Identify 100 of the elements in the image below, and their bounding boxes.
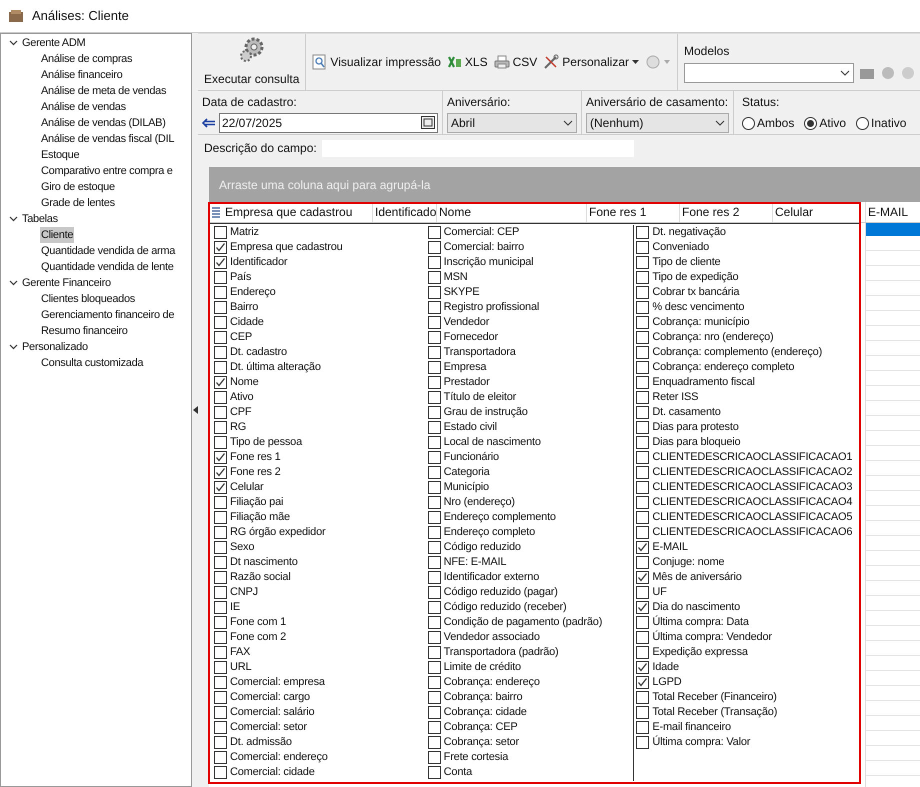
column-option[interactable]: Idade bbox=[652, 659, 679, 676]
column-option[interactable]: Cobrança: bairro bbox=[444, 689, 522, 706]
column-option[interactable]: Endereço completo bbox=[444, 524, 536, 541]
column-option[interactable]: Tipo de cliente bbox=[652, 254, 720, 271]
checkbox[interactable] bbox=[214, 481, 227, 494]
column-option[interactable]: Conjuge: nome bbox=[652, 554, 724, 571]
checkbox[interactable] bbox=[214, 391, 227, 404]
checkbox[interactable] bbox=[636, 721, 650, 734]
checkbox[interactable] bbox=[428, 706, 441, 719]
column-option[interactable]: Código reduzido (pagar) bbox=[444, 584, 558, 601]
column-option[interactable]: Enquadramento fiscal bbox=[652, 374, 755, 391]
column-option[interactable]: Dt. admissão bbox=[230, 734, 292, 751]
checkbox[interactable] bbox=[428, 361, 441, 374]
expander-icon[interactable] bbox=[7, 216, 19, 222]
checkbox[interactable] bbox=[636, 736, 650, 749]
toolbar-button[interactable]: Visualizar impressão bbox=[312, 53, 441, 71]
column-option[interactable]: Identificador externo bbox=[444, 569, 540, 586]
selected-cell[interactable] bbox=[866, 223, 920, 236]
checkbox[interactable] bbox=[214, 736, 227, 749]
column-option[interactable]: Fone com 2 bbox=[230, 629, 286, 646]
column-chooser-icon[interactable] bbox=[212, 206, 220, 218]
wedding-dropdown[interactable]: (Nenhum) bbox=[586, 112, 729, 132]
column-option[interactable]: Dias para protesto bbox=[652, 419, 739, 436]
checkbox[interactable] bbox=[428, 241, 441, 254]
expander-icon[interactable] bbox=[7, 280, 19, 286]
models-dropdown[interactable] bbox=[684, 62, 854, 82]
checkbox[interactable] bbox=[428, 421, 441, 434]
tree-group[interactable]: Tabelas bbox=[22, 210, 58, 228]
checkbox[interactable] bbox=[428, 526, 441, 539]
column-option[interactable]: Comercial: setor bbox=[230, 719, 307, 736]
checkbox[interactable] bbox=[636, 331, 650, 344]
column-option[interactable]: Total Receber (Financeiro) bbox=[652, 689, 777, 706]
column-option[interactable]: RG órgão expedidor bbox=[230, 524, 326, 541]
column-header[interactable]: Empresa que cadastrou bbox=[223, 202, 373, 222]
column-option[interactable]: Registro profissional bbox=[444, 299, 540, 316]
column-option[interactable]: Filiação mãe bbox=[230, 509, 290, 526]
checkbox[interactable] bbox=[428, 376, 441, 389]
column-header[interactable]: Fone res 2 bbox=[680, 202, 773, 222]
column-option[interactable]: RG bbox=[230, 419, 246, 436]
column-option[interactable]: CNPJ bbox=[230, 584, 258, 601]
column-option[interactable]: CLIENTEDESCRICAOCLASSIFICACAO1 bbox=[652, 449, 852, 466]
column-option[interactable]: Comercial: CEP bbox=[444, 224, 520, 241]
checkbox[interactable] bbox=[428, 391, 441, 404]
column-option[interactable]: LGPD bbox=[652, 674, 682, 691]
checkbox[interactable] bbox=[214, 511, 227, 524]
column-option[interactable]: Cobrança: CEP bbox=[444, 719, 518, 736]
date-field[interactable]: 22/07/2025 bbox=[219, 112, 438, 132]
tree-group[interactable]: Gerente Financeiro bbox=[22, 274, 111, 292]
column-option[interactable]: Dt. cadastro bbox=[230, 344, 287, 361]
checkbox[interactable] bbox=[214, 646, 227, 659]
checkbox[interactable] bbox=[428, 271, 441, 284]
column-option[interactable]: Categoria bbox=[444, 464, 490, 481]
column-option[interactable]: Cobrança: cidade bbox=[444, 704, 527, 721]
column-option[interactable]: Última compra: Valor bbox=[652, 734, 750, 751]
column-option[interactable]: CLIENTEDESCRICAOCLASSIFICACAO3 bbox=[652, 479, 852, 496]
column-option[interactable]: Bairro bbox=[230, 299, 258, 316]
checkbox[interactable] bbox=[428, 331, 441, 344]
column-option[interactable]: E-mail financeiro bbox=[652, 719, 731, 736]
column-option[interactable]: Dt. negativação bbox=[652, 224, 726, 241]
column-option[interactable]: SKYPE bbox=[444, 284, 480, 301]
checkbox[interactable] bbox=[214, 241, 227, 254]
checkbox[interactable] bbox=[214, 271, 227, 284]
tree-item[interactable]: Resumo financeiro bbox=[40, 322, 129, 340]
checkbox[interactable] bbox=[428, 346, 441, 359]
checkbox[interactable] bbox=[636, 271, 650, 284]
checkbox[interactable] bbox=[636, 436, 650, 449]
column-option[interactable]: Última compra: Vendedor bbox=[652, 629, 772, 646]
column-option[interactable]: Razão social bbox=[230, 569, 291, 586]
checkbox[interactable] bbox=[214, 706, 227, 719]
column-header[interactable]: Identificado bbox=[373, 202, 437, 222]
checkbox[interactable] bbox=[214, 691, 227, 704]
checkbox[interactable] bbox=[636, 631, 650, 644]
column-option[interactable]: URL bbox=[230, 659, 252, 676]
checkbox[interactable] bbox=[214, 601, 227, 614]
checkbox[interactable] bbox=[636, 646, 650, 659]
arrow-left-icon[interactable] bbox=[202, 118, 216, 128]
column-option[interactable]: Local de nascimento bbox=[444, 434, 541, 451]
column-option[interactable]: Comercial: salário bbox=[230, 704, 314, 721]
checkbox[interactable] bbox=[636, 421, 650, 434]
checkbox[interactable] bbox=[428, 616, 441, 629]
column-option[interactable]: Comercial: endereço bbox=[230, 749, 328, 766]
column-option[interactable]: CLIENTEDESCRICAOCLASSIFICACAO4 bbox=[652, 494, 852, 511]
column-option[interactable]: Frete cortesia bbox=[444, 749, 508, 766]
column-option[interactable]: % desc vencimento bbox=[652, 299, 744, 316]
column-option[interactable]: UF bbox=[652, 584, 667, 601]
column-option[interactable]: Sexo bbox=[230, 539, 254, 556]
column-header[interactable]: Celular bbox=[773, 202, 866, 222]
checkbox[interactable] bbox=[428, 556, 441, 569]
column-option[interactable]: Código reduzido bbox=[444, 539, 521, 556]
column-option[interactable]: Comercial: cidade bbox=[230, 764, 315, 781]
column-option[interactable]: Dias para bloqueio bbox=[652, 434, 740, 451]
column-option[interactable]: Vendedor associado bbox=[444, 629, 540, 646]
checkbox[interactable] bbox=[428, 286, 441, 299]
checkbox[interactable] bbox=[636, 616, 650, 629]
checkbox[interactable] bbox=[214, 586, 227, 599]
checkbox[interactable] bbox=[636, 361, 650, 374]
column-option[interactable]: Matriz bbox=[230, 224, 259, 241]
checkbox[interactable] bbox=[428, 256, 441, 269]
column-option[interactable]: MSN bbox=[444, 269, 468, 286]
expander-icon[interactable] bbox=[7, 344, 19, 350]
